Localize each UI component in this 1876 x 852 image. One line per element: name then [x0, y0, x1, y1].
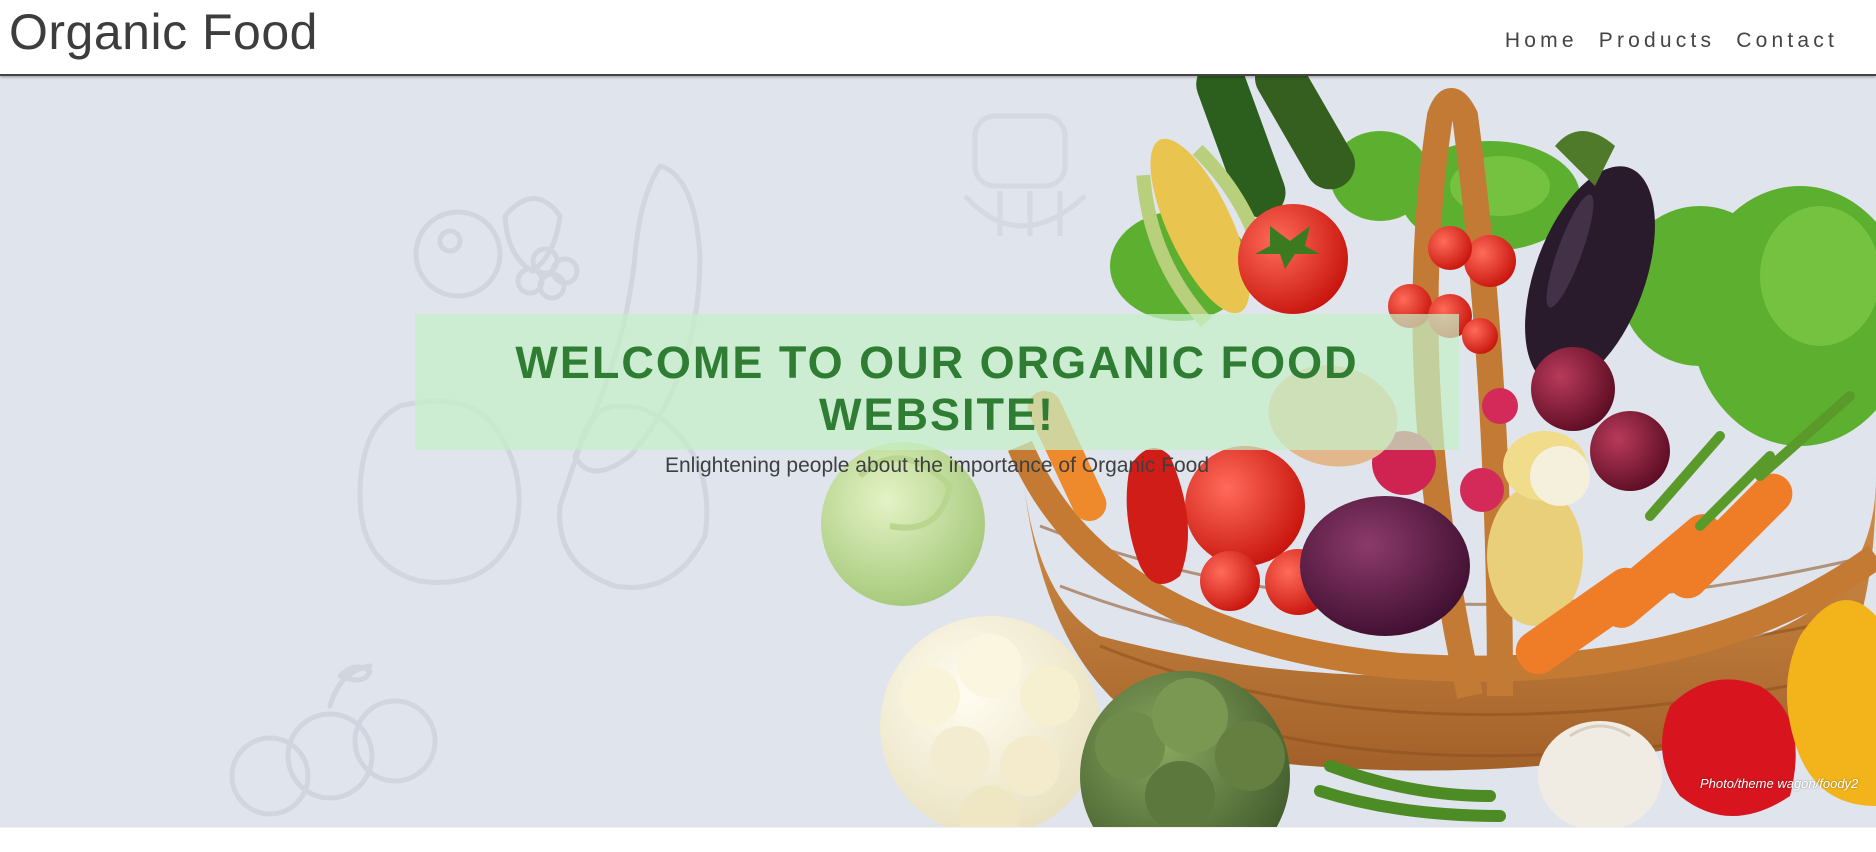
- welcome-subheading: Enlightening people about the importance…: [664, 454, 1210, 477]
- photo-credit: Photo/theme wagon/foody2: [1700, 776, 1859, 791]
- welcome-banner: WELCOME TO OUR ORGANIC FOOD WEBSITE! Enl…: [415, 314, 1459, 477]
- page: Organic Food Home Products Contact WELCO…: [0, 0, 1876, 852]
- nav-products-link[interactable]: Products: [1599, 29, 1715, 53]
- page-bottom-strip: [0, 827, 1876, 852]
- welcome-heading: WELCOME TO OUR ORGANIC FOOD WEBSITE!: [515, 337, 1359, 440]
- nav-contact-link[interactable]: Contact: [1736, 29, 1838, 53]
- hero-section: WELCOME TO OUR ORGANIC FOOD WEBSITE! Enl…: [0, 76, 1876, 827]
- site-header: Organic Food Home Products Contact: [0, 0, 1876, 76]
- nav-home-link[interactable]: Home: [1505, 29, 1578, 53]
- site-title[interactable]: Organic Food: [9, 3, 318, 61]
- main-nav: Home Products Contact: [1505, 29, 1838, 53]
- vegetable-basket-image: [821, 76, 1876, 827]
